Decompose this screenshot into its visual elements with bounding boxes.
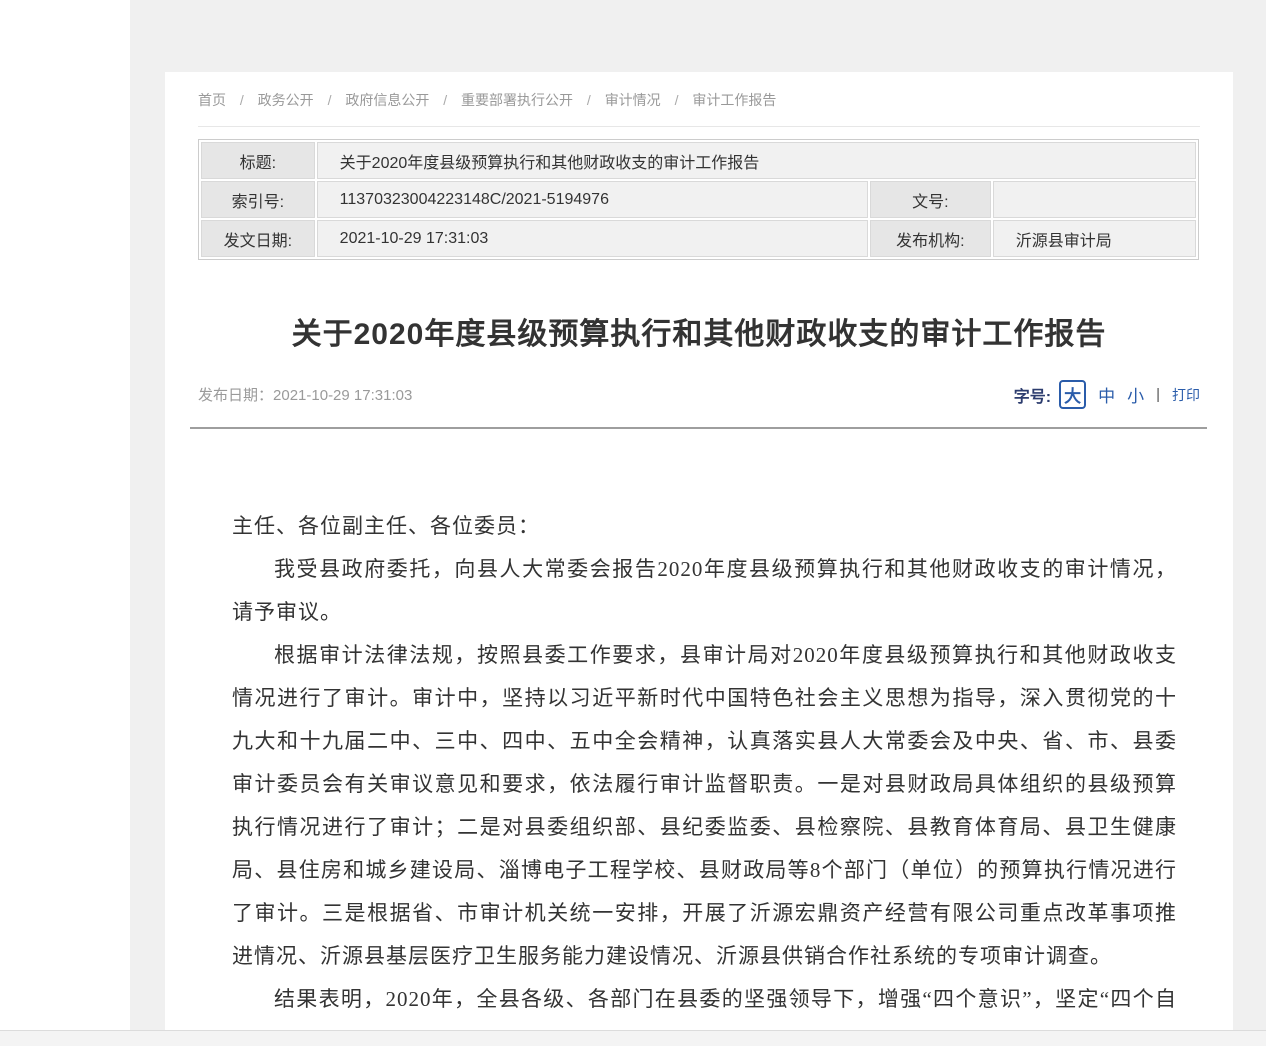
paragraph-salutation: 主任、各位副主任、各位委员： [232,505,1177,548]
content-card: 首页 / 政务公开 / 政府信息公开 / 重要部署执行公开 / 审计情况 / 审… [165,72,1233,1030]
breadcrumb-separator: / [587,92,591,108]
meta-row-title: 标题: 关于2020年度县级预算执行和其他财政收支的审计工作报告 [201,142,1196,179]
meta-label-index-number: 索引号: [201,181,315,218]
publish-date: 发布日期：2021-10-29 17:31:03 [198,384,412,405]
publish-info-row: 发布日期：2021-10-29 17:31:03 字号: 大 中 小 | 打印 [198,380,1200,409]
breadcrumb-separator: / [443,92,447,108]
font-size-medium-button[interactable]: 中 [1098,382,1115,407]
publish-date-label: 发布日期： [198,387,273,404]
footer-band [0,1030,1266,1046]
breadcrumb-item-audit-report[interactable]: 审计工作报告 [692,92,776,108]
paragraph: 我受县政府委托，向县人大常委会报告2020年度县级预算执行和其他财政收支的审计情… [232,548,1177,634]
breadcrumb-item-key-deployment[interactable]: 重要部署执行公开 [461,92,573,108]
page-title: 关于2020年度县级预算执行和其他财政收支的审计工作报告 [198,316,1200,354]
paragraph: 根据审计法律法规，按照县委工作要求，县审计局对2020年度县级预算执行和其他财政… [232,634,1177,978]
publish-date-value: 2021-10-29 17:31:03 [273,387,412,404]
font-size-controls: 字号: 大 中 小 | 打印 [1014,380,1200,409]
meta-value-issue-date: 2021-10-29 17:31:03 [317,220,868,257]
meta-row-date: 发文日期: 2021-10-29 17:31:03 发布机构: 沂源县审计局 [201,220,1196,257]
content-card-inner: 首页 / 政务公开 / 政府信息公开 / 重要部署执行公开 / 审计情况 / 审… [165,72,1233,1030]
breadcrumb-item-gov-info[interactable]: 政府信息公开 [345,92,429,108]
meta-label-title: 标题: [201,142,315,179]
meta-value-index-number: 11370323004223148C/2021-5194976 [317,181,868,218]
vertical-bar-separator: | [1156,386,1160,403]
breadcrumb-item-audit-status[interactable]: 审计情况 [605,92,661,108]
meta-label-doc-number: 文号: [870,181,991,218]
meta-value-issuing-org: 沂源县审计局 [993,220,1196,257]
breadcrumb-separator: / [328,92,332,108]
meta-label-issuing-org: 发布机构: [870,220,991,257]
print-button[interactable]: 打印 [1172,385,1200,405]
breadcrumb-item-gov-affairs[interactable]: 政务公开 [258,92,314,108]
font-size-large-button[interactable]: 大 [1059,380,1086,409]
paragraph: 结果表明，2020年，全县各级、各部门在县委的坚强领导下，增强“四个意识”，坚定… [232,978,1177,1030]
font-size-small-button[interactable]: 小 [1127,382,1144,407]
meta-row-index: 索引号: 11370323004223148C/2021-5194976 文号: [201,181,1196,218]
meta-value-doc-number [993,181,1196,218]
left-margin-strip [0,0,130,1030]
meta-label-issue-date: 发文日期: [201,220,315,257]
document-meta-table: 标题: 关于2020年度县级预算执行和其他财政收支的审计工作报告 索引号: 11… [198,139,1199,260]
breadcrumb-separator: / [240,92,244,108]
font-size-label: 字号: [1014,383,1051,407]
article-body: 主任、各位副主任、各位委员： 我受县政府委托，向县人大常委会报告2020年度县级… [232,505,1177,1030]
meta-value-title: 关于2020年度县级预算执行和其他财政收支的审计工作报告 [317,142,1196,179]
divider-line [190,427,1207,429]
breadcrumb: 首页 / 政务公开 / 政府信息公开 / 重要部署执行公开 / 审计情况 / 审… [198,88,1200,127]
breadcrumb-separator: / [675,92,679,108]
breadcrumb-item-home[interactable]: 首页 [198,92,226,108]
